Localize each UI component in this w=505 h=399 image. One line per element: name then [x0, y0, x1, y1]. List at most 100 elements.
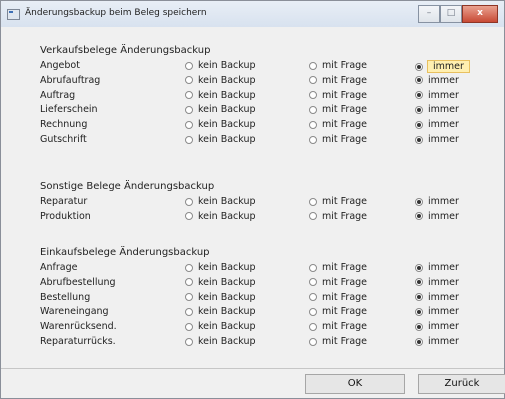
radio-frage[interactable]: mit Frage [309, 90, 367, 101]
radio-immer[interactable]: immer [415, 277, 459, 288]
radio-immer[interactable]: immer [415, 119, 459, 130]
radio-button-icon[interactable] [185, 197, 193, 206]
radio-label: kein Backup [198, 74, 256, 86]
radio-button-icon[interactable] [415, 263, 423, 272]
radio-label: mit Frage [322, 60, 368, 71]
section-title: Sonstige Belege Änderungsbackup [40, 181, 215, 192]
radio-immer[interactable]: immer [415, 306, 459, 317]
radio-frage[interactable]: mit Frage [309, 211, 367, 222]
radio-immer[interactable]: immer [415, 75, 459, 86]
radio-label: mit Frage [322, 74, 368, 86]
radio-frage[interactable]: mit Frage [309, 60, 367, 71]
radio-label: kein Backup [198, 196, 256, 207]
maximize-button[interactable]: □ [440, 5, 462, 23]
back-button[interactable]: Zurück [418, 374, 505, 394]
radio-button-icon[interactable] [185, 307, 193, 316]
radio-button-icon[interactable] [185, 293, 193, 302]
radio-kein[interactable]: kein Backup [185, 262, 256, 273]
radio-label: immer [428, 196, 459, 207]
radio-frage[interactable]: mit Frage [309, 321, 367, 332]
radio-button-icon[interactable] [185, 76, 193, 85]
row-label: Rechnung [40, 119, 88, 131]
radio-button-icon[interactable] [309, 197, 317, 206]
radio-kein[interactable]: kein Backup [185, 60, 256, 71]
radio-button-icon[interactable] [185, 322, 193, 331]
option-row: Rechnung kein Backup mit Frage immer [7, 119, 496, 133]
radio-button-icon[interactable] [185, 212, 193, 221]
radio-kein[interactable]: kein Backup [185, 90, 256, 101]
radio-kein[interactable]: kein Backup [185, 196, 256, 207]
radio-button-icon[interactable] [185, 91, 193, 100]
radio-button-icon[interactable] [309, 135, 317, 144]
radio-button-icon[interactable] [309, 263, 317, 272]
radio-immer[interactable]: immer [415, 292, 459, 303]
radio-immer[interactable]: immer [415, 336, 459, 347]
radio-button-icon[interactable] [415, 76, 423, 85]
radio-frage[interactable]: mit Frage [309, 277, 367, 288]
radio-kein[interactable]: kein Backup [185, 306, 256, 317]
radio-button-icon[interactable] [309, 212, 317, 221]
radio-button-icon[interactable] [415, 105, 423, 114]
radio-frage[interactable]: mit Frage [309, 75, 367, 86]
radio-kein[interactable]: kein Backup [185, 75, 256, 86]
radio-button-icon[interactable] [415, 120, 423, 129]
radio-button-icon[interactable] [309, 307, 317, 316]
footer-divider [1, 368, 504, 369]
radio-kein[interactable]: kein Backup [185, 211, 256, 222]
radio-button-icon[interactable] [415, 278, 423, 287]
radio-button-icon[interactable] [185, 263, 193, 272]
radio-button-icon[interactable] [309, 293, 317, 302]
radio-button-icon[interactable] [309, 278, 317, 287]
radio-button-icon[interactable] [185, 278, 193, 287]
radio-button-icon[interactable] [309, 76, 317, 85]
radio-button-icon[interactable] [415, 91, 423, 100]
radio-kein[interactable]: kein Backup [185, 104, 256, 115]
radio-kein[interactable]: kein Backup [185, 119, 256, 130]
radio-button-icon[interactable] [185, 135, 193, 144]
radio-frage[interactable]: mit Frage [309, 104, 367, 115]
radio-button-icon[interactable] [309, 61, 317, 70]
radio-frage[interactable]: mit Frage [309, 292, 367, 303]
minimize-button[interactable]: – [418, 5, 440, 23]
radio-button-icon[interactable] [309, 322, 317, 331]
radio-button-icon[interactable] [415, 337, 423, 346]
radio-button-icon[interactable] [309, 337, 317, 346]
radio-immer[interactable]: immer [415, 134, 459, 145]
radio-button-icon[interactable] [415, 197, 423, 206]
radio-button-icon[interactable] [185, 120, 193, 129]
radio-button-icon[interactable] [185, 337, 193, 346]
radio-immer[interactable]: immer [415, 60, 470, 73]
radio-frage[interactable]: mit Frage [309, 134, 367, 145]
radio-button-icon[interactable] [309, 105, 317, 114]
radio-immer[interactable]: immer [415, 211, 459, 222]
radio-kein[interactable]: kein Backup [185, 134, 256, 145]
radio-button-icon[interactable] [415, 293, 423, 302]
radio-frage[interactable]: mit Frage [309, 196, 367, 207]
radio-frage[interactable]: mit Frage [309, 306, 367, 317]
radio-immer[interactable]: immer [415, 262, 459, 273]
radio-immer[interactable]: immer [415, 321, 459, 332]
radio-button-icon[interactable] [309, 91, 317, 100]
radio-button-icon[interactable] [415, 62, 423, 71]
radio-button-icon[interactable] [415, 307, 423, 316]
close-button[interactable]: x [462, 5, 498, 23]
section-title: Verkaufsbelege Änderungsbackup [40, 45, 211, 56]
radio-button-icon[interactable] [185, 105, 193, 114]
radio-button-icon[interactable] [415, 322, 423, 331]
radio-immer[interactable]: immer [415, 90, 459, 101]
ok-button[interactable]: OK [305, 374, 405, 394]
radio-frage[interactable]: mit Frage [309, 119, 367, 130]
radio-kein[interactable]: kein Backup [185, 336, 256, 347]
title-bar[interactable]: Änderungsbackup beim Beleg speichern – □… [1, 1, 504, 27]
radio-button-icon[interactable] [415, 212, 423, 221]
radio-button-icon[interactable] [309, 120, 317, 129]
radio-frage[interactable]: mit Frage [309, 262, 367, 273]
radio-kein[interactable]: kein Backup [185, 321, 256, 332]
radio-immer[interactable]: immer [415, 196, 459, 207]
radio-kein[interactable]: kein Backup [185, 292, 256, 303]
radio-button-icon[interactable] [185, 61, 193, 70]
radio-frage[interactable]: mit Frage [309, 336, 367, 347]
radio-immer[interactable]: immer [415, 104, 459, 115]
radio-button-icon[interactable] [415, 135, 423, 144]
radio-kein[interactable]: kein Backup [185, 277, 256, 288]
